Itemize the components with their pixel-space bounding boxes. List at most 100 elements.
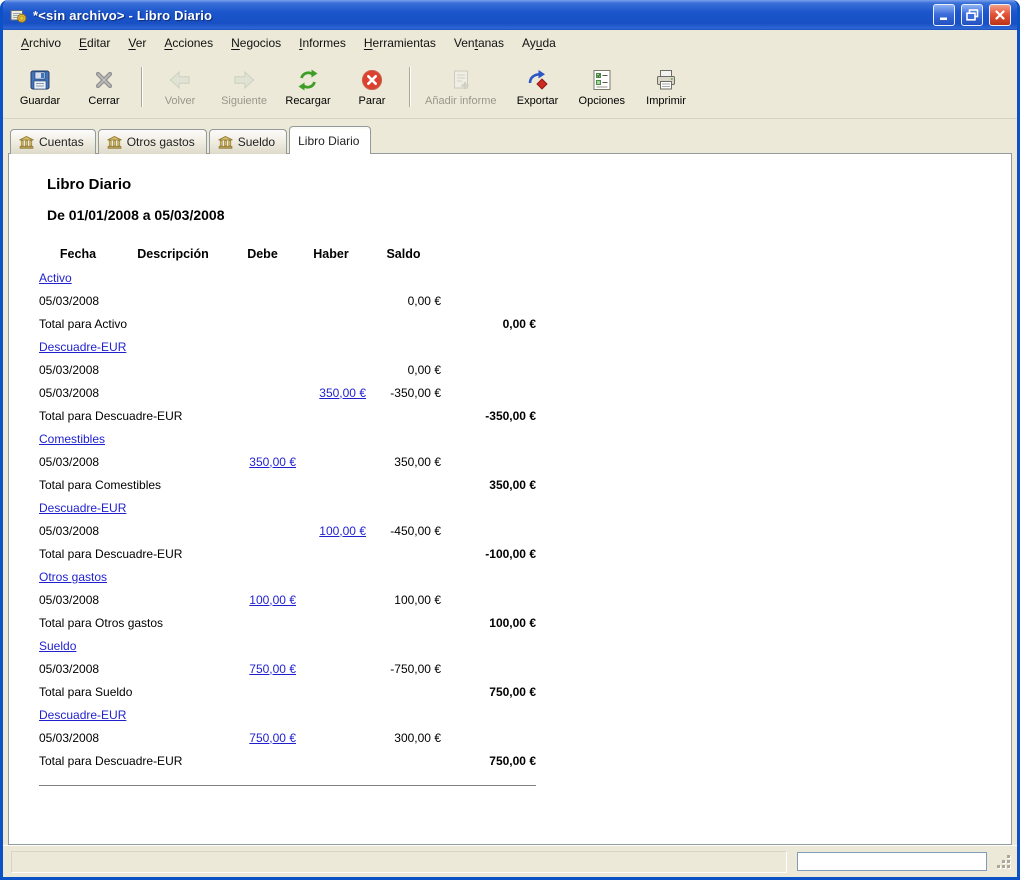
titlebar[interactable]: *<sin archivo> - Libro Diario: [3, 0, 1017, 30]
entry-date: 05/03/2008: [39, 385, 100, 400]
entry-saldo: -750,00 €: [390, 661, 441, 676]
report-row-account: Sueldo: [39, 634, 991, 657]
toolbar-exportar-button[interactable]: Exportar: [507, 61, 569, 113]
account-link-descuadre-eur[interactable]: Descuadre-EUR: [39, 340, 536, 354]
menu-ver[interactable]: Ver: [120, 32, 154, 54]
report-row-entry: 05/03/2008 350,00 € 350,00 €: [39, 450, 991, 473]
menu-ayuda[interactable]: Ayuda: [514, 32, 564, 54]
menubar: Archivo Editar Ver Acciones Negocios Informes…: [3, 30, 1017, 56]
total-label: Total para Otros gastos: [39, 615, 164, 630]
toolbar-button-label: Cerrar: [88, 94, 120, 107]
toolbar-recargar-button[interactable]: Recargar: [277, 61, 339, 113]
report-row-total: Total para Descuadre-EUR -350,00 €: [39, 404, 991, 427]
entry-saldo: 0,00 €: [407, 362, 441, 377]
report-row-entry: 05/03/2008 750,00 € -750,00 €: [39, 657, 991, 680]
account-icon: [218, 135, 233, 149]
total-label: Total para Descuadre-EUR: [39, 546, 183, 561]
report-row-total: Total para Descuadre-EUR 750,00 €: [39, 749, 991, 772]
forward-icon: [232, 68, 256, 92]
menu-herramientas[interactable]: Herramientas: [356, 32, 444, 54]
report-header-row: Fecha Descripción Debe Haber Saldo: [39, 241, 991, 266]
toolbar-button-label: Guardar: [19, 94, 61, 107]
account-link-comestibles[interactable]: Comestibles: [39, 432, 536, 446]
account-link-otros-gastos[interactable]: Otros gastos: [39, 570, 536, 584]
app-icon: [10, 7, 27, 24]
toolbar-button-label: Imprimir: [646, 94, 686, 107]
menu-acciones[interactable]: Acciones: [156, 32, 221, 54]
entry-debe-cell: 100,00 €: [229, 593, 296, 607]
entry-haber-link[interactable]: 100,00 €: [319, 524, 366, 538]
entry-debe-cell: 350,00 €: [229, 455, 296, 469]
account-icon: [19, 135, 34, 149]
entry-debe-link[interactable]: 750,00 €: [249, 662, 296, 676]
menu-ventanas[interactable]: Ventanas: [446, 32, 512, 54]
report-row-entry: 05/03/2008 100,00 € 100,00 €: [39, 588, 991, 611]
toolbar-siguiente-button: Siguiente: [213, 61, 275, 113]
close-button[interactable]: [989, 4, 1011, 26]
toolbar-parar-button[interactable]: Parar: [341, 61, 403, 113]
entry-haber-cell: 100,00 €: [296, 524, 366, 538]
toolbar-button-label: Opciones: [578, 94, 626, 107]
app-window: *<sin archivo> - Libro Diario Archivo Edi…: [0, 0, 1020, 880]
report-subtitle: De 01/01/2008 a 05/03/2008: [47, 207, 225, 223]
tab-otros-gastos[interactable]: Otros gastos: [97, 129, 207, 154]
entry-debe-link[interactable]: 750,00 €: [249, 731, 296, 745]
total-label: Total para Descuadre-EUR: [39, 408, 183, 423]
report-row-total: Total para Descuadre-EUR -100,00 €: [39, 542, 991, 565]
total-label: Total para Activo: [39, 316, 128, 331]
report-row-account: Otros gastos: [39, 565, 991, 588]
account-link-activo[interactable]: Activo: [39, 271, 536, 285]
toolbar-opciones-button[interactable]: Opciones: [571, 61, 633, 113]
entry-saldo: 100,00 €: [394, 592, 441, 607]
account-link-descuadre-eur[interactable]: Descuadre-EUR: [39, 708, 536, 722]
report: Libro Diario De 01/01/2008 a 05/03/2008 …: [9, 154, 1011, 786]
menu-informes[interactable]: Informes: [291, 32, 354, 54]
toolbar-button-label: Siguiente: [221, 94, 267, 107]
report-row-entry: 05/03/2008 750,00 € 300,00 €: [39, 726, 991, 749]
toolbar-cerrar-button[interactable]: Cerrar: [73, 61, 135, 113]
total-amount: -100,00 €: [485, 546, 536, 561]
entry-haber-cell: 350,00 €: [296, 386, 366, 400]
toolbar: Guardar Cerrar Volver Siguiente Recargar Para…: [3, 56, 1017, 119]
resize-grip[interactable]: [997, 854, 1011, 869]
entry-date: 05/03/2008: [39, 293, 100, 308]
total-label: Total para Descuadre-EUR: [39, 753, 183, 768]
report-row-total: Total para Activo 0,00 €: [39, 312, 991, 335]
menu-negocios[interactable]: Negocios: [223, 32, 289, 54]
column-header-debe: Debe: [247, 246, 278, 261]
toolbar-guardar-button[interactable]: Guardar: [9, 61, 71, 113]
menu-archivo[interactable]: Archivo: [13, 32, 69, 54]
tab-sueldo[interactable]: Sueldo: [208, 129, 288, 154]
report-row-account: Activo: [39, 266, 991, 289]
report-row-total: Total para Comestibles 350,00 €: [39, 473, 991, 496]
entry-saldo: 350,00 €: [394, 454, 441, 469]
account-link-sueldo[interactable]: Sueldo: [39, 639, 536, 653]
entry-haber-link[interactable]: 350,00 €: [319, 386, 366, 400]
account-icon: [107, 135, 122, 149]
toolbar-button-label: Volver: [164, 94, 196, 107]
report-row-entry: 05/03/2008 0,00 €: [39, 358, 991, 381]
report-row-account: Comestibles: [39, 427, 991, 450]
entry-debe-link[interactable]: 100,00 €: [249, 593, 296, 607]
toolbar-anadir-informe-button: Añadir informe: [417, 61, 505, 113]
tab-label: Cuentas: [39, 135, 84, 149]
menu-editar[interactable]: Editar: [71, 32, 118, 54]
report-row-entry: 05/03/2008 100,00 € -450,00 €: [39, 519, 991, 542]
tab-cuentas[interactable]: Cuentas: [10, 129, 96, 154]
account-link-descuadre-eur[interactable]: Descuadre-EUR: [39, 501, 536, 515]
toolbar-volver-button: Volver: [149, 61, 211, 113]
entry-date: 05/03/2008: [39, 592, 100, 607]
tab-bar: Cuentas Otros gastos Sueldo Libro Diario: [8, 123, 1012, 154]
entry-debe-cell: 750,00 €: [229, 731, 296, 745]
entry-saldo: 0,00 €: [407, 293, 441, 308]
restore-button[interactable]: [961, 4, 983, 26]
tab-libro-diario[interactable]: Libro Diario: [289, 126, 372, 154]
toolbar-imprimir-button[interactable]: Imprimir: [635, 61, 697, 113]
reload-icon: [296, 68, 320, 92]
entry-debe-link[interactable]: 350,00 €: [249, 455, 296, 469]
report-row-account: Descuadre-EUR: [39, 335, 991, 358]
toolbar-button-label: Exportar: [516, 94, 559, 107]
toolbar-separator: [409, 67, 411, 107]
minimize-button[interactable]: [933, 4, 955, 26]
column-header-descripcion: Descripción: [137, 246, 209, 261]
